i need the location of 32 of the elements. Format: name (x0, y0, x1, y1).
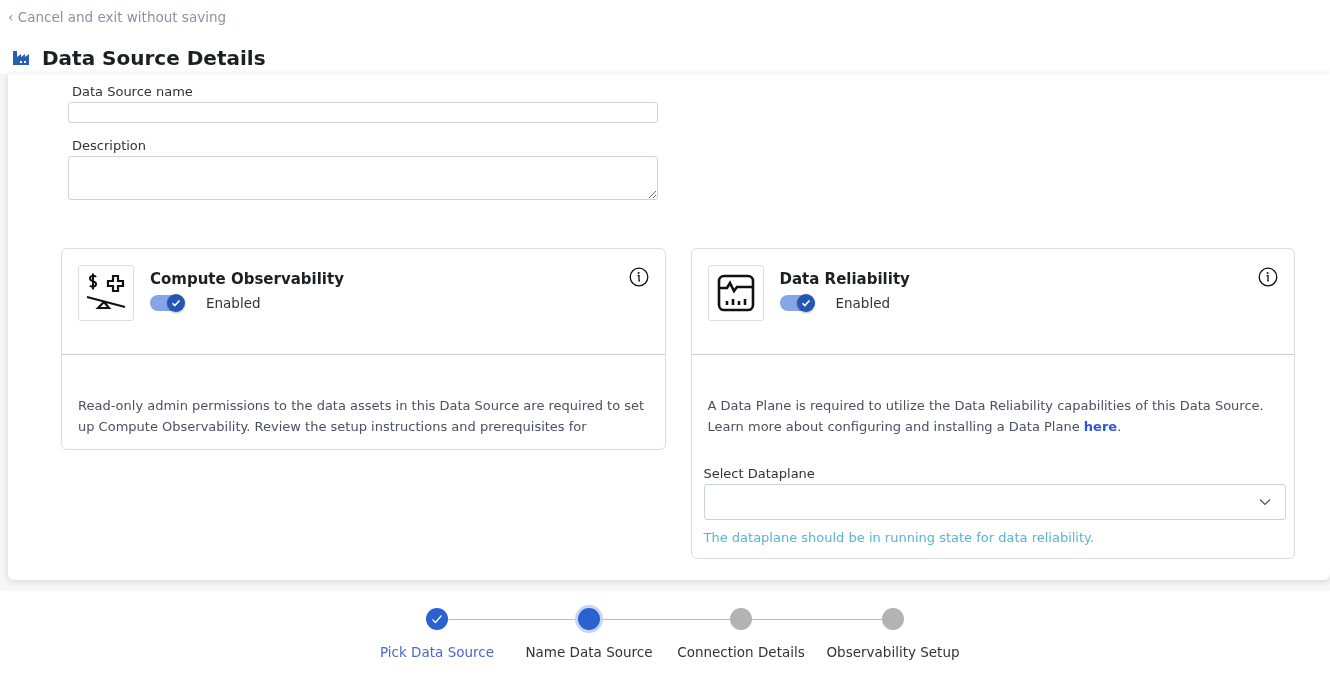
factory-icon (12, 50, 30, 66)
step-label: Observability Setup (826, 644, 960, 660)
step-dot[interactable] (882, 608, 904, 630)
check-icon (800, 298, 811, 308)
page-title: Data Source Details (42, 46, 266, 70)
step-label: Connection Details (677, 644, 805, 660)
step-label: Name Data Source (525, 644, 653, 660)
field-label: Description (72, 138, 148, 153)
monitor-pulse-icon (715, 273, 756, 313)
here-link[interactable]: here (1083, 419, 1118, 434)
card-title: Compute Observability (150, 270, 345, 288)
check-icon (171, 298, 181, 308)
card-title: Data Reliability (779, 270, 911, 288)
card-description: A Data Plane is required to utilize the Data Reliability capabilities of this Data Source. Learn more about configuring and installing a Data Plane here. (707, 397, 1265, 436)
step-label: Pick Data Source (380, 644, 494, 660)
step-dot[interactable] (730, 608, 752, 630)
name-field[interactable] (68, 102, 658, 123)
description-field[interactable] (68, 156, 658, 200)
field-label: Data Source name (72, 84, 194, 99)
chevron-down-icon (1259, 498, 1271, 506)
info-icon[interactable] (628, 267, 649, 287)
step-dot[interactable] (578, 608, 600, 630)
toggle-switch[interactable] (779, 295, 814, 311)
helper-text: The dataplane should be in running state for data reliability. (703, 530, 1095, 545)
step-dot[interactable] (426, 608, 448, 630)
toggle-switch[interactable] (150, 295, 184, 311)
info-icon[interactable] (1258, 267, 1278, 287)
toggle-label: Enabled (206, 295, 261, 311)
cancel-link[interactable]: ‹ Cancel and exit without saving (8, 9, 227, 25)
field-label: Select Dataplane (703, 466, 815, 481)
toggle-label: Enabled (835, 295, 891, 311)
card-description: Read-only admin permissions to the data assets in this Data Source are required to set up Compute Observability. Review the setup instructions and prerequisites for (78, 397, 646, 436)
